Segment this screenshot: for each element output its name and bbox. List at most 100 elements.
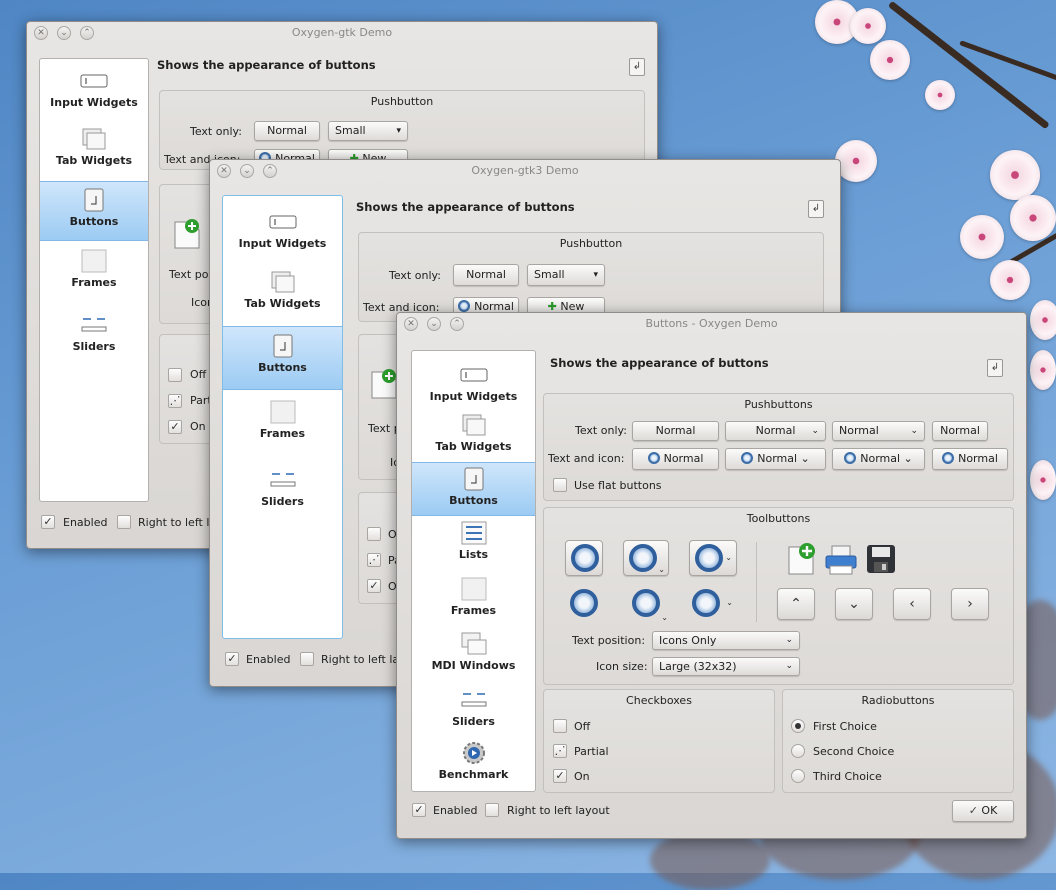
sidebar-item-buttons[interactable]: Buttons [223, 326, 342, 390]
sidebar-item-frames[interactable]: Frames [40, 249, 148, 297]
radio-first-choice[interactable] [791, 719, 805, 733]
checkbox-on[interactable]: ✓ [553, 769, 567, 783]
normal-combo[interactable]: Normal ⌄ [832, 421, 925, 441]
sidebar-item-lists[interactable]: Lists [412, 521, 535, 569]
window-oxygen-qt: ✕ ⌄ ⌃ Buttons - Oxygen Demo Input Widget… [396, 312, 1027, 839]
titlebar[interactable]: ✕ ⌄ ⌃ Oxygen-gtk3 Demo [210, 160, 840, 182]
normal-flat-button[interactable]: Normal [932, 421, 988, 441]
sidebar-item-tab-widgets[interactable]: Tab Widgets [223, 270, 342, 320]
titlebar[interactable]: ✕ ⌄ ⌃ Oxygen-gtk Demo [27, 22, 657, 44]
small-combo[interactable]: Small ▾ [328, 121, 408, 141]
normal-icon-flat-button[interactable]: Normal [932, 448, 1008, 470]
titlebar[interactable]: ✕ ⌄ ⌃ Buttons - Oxygen Demo [397, 313, 1026, 335]
page-heading: Shows the appearance of buttons [550, 356, 769, 370]
combo-value: Icons Only [659, 634, 717, 647]
checkbox-on[interactable]: ✓ [367, 579, 381, 593]
sidebar-item-tab-widgets[interactable]: Tab Widgets [412, 413, 535, 461]
bokeh-decoration [650, 830, 770, 890]
sidebar-item-sliders[interactable]: Sliders [223, 468, 342, 518]
sidebar-item-label: Sliders [72, 340, 116, 353]
enabled-label: Enabled [246, 653, 291, 666]
sidebar-item-label: Buttons [258, 361, 307, 374]
checkbox-off[interactable] [553, 719, 567, 733]
chevron-down-icon: ⌄ [785, 661, 793, 671]
checkbox-partial[interactable]: ⋰ [367, 553, 381, 567]
checkbox-on[interactable]: ✓ [168, 420, 182, 434]
combo-value: Large (32x32) [659, 660, 737, 673]
normal-button[interactable]: Normal [632, 421, 719, 441]
up-arrow-button[interactable]: ⌃ [777, 588, 815, 620]
sidebar-item-frames[interactable]: Frames [412, 577, 535, 625]
left-arrow-button[interactable]: ‹ [893, 588, 931, 620]
checkbox-label: Off [574, 720, 591, 733]
chevron-down-icon: ⌄ [800, 452, 810, 465]
blossom-decoration [1030, 460, 1056, 500]
sidebar-item-input-widgets[interactable]: Input Widgets [40, 69, 148, 115]
enabled-checkbox[interactable]: ✓ [41, 515, 55, 529]
sidebar-item-sliders[interactable]: Sliders [412, 688, 535, 736]
rtl-checkbox[interactable] [485, 803, 499, 817]
down-arrow-button[interactable]: ⌄ [835, 588, 873, 620]
sidebar-item-mdi-windows[interactable]: MDI Windows [412, 632, 535, 680]
rtl-checkbox[interactable] [300, 652, 314, 666]
normal-button[interactable]: Normal [453, 264, 519, 286]
chevron-down-icon: ▾ [396, 126, 401, 136]
sliders-icon [270, 473, 295, 487]
normal-icon-menu-button[interactable]: Normal ⌄ [725, 448, 826, 470]
window-title: Buttons - Oxygen Demo [645, 317, 778, 330]
new-document-icon[interactable] [786, 542, 818, 576]
flat-toolbutton-delayed-menu[interactable]: ⌄ [627, 586, 671, 622]
rtl-label: Right to left la [321, 653, 400, 666]
toolbutton-menu[interactable]: ⌄ [689, 540, 737, 576]
normal-icon-combo[interactable]: Normal ⌄ [832, 448, 925, 470]
frame-title: Checkboxes [626, 694, 692, 707]
frame-title: Radiobuttons [861, 694, 935, 707]
sidebar-item-label: Benchmark [438, 768, 509, 781]
normal-icon-button[interactable]: Normal [632, 448, 719, 470]
sidebar-item-buttons[interactable]: Buttons [40, 181, 148, 241]
enabled-checkbox[interactable]: ✓ [412, 803, 426, 817]
radio-second-choice[interactable] [791, 744, 805, 758]
sidebar-item-label: Frames [259, 427, 306, 440]
blossom-decoration [835, 140, 877, 182]
text-position-label: Text position: [572, 634, 646, 647]
branch-decoration [959, 40, 1056, 86]
sidebar-item-input-widgets[interactable]: Input Widgets [412, 363, 535, 407]
sidebar-item-tab-widgets[interactable]: Tab Widgets [40, 127, 148, 175]
flat-toolbutton-menu[interactable]: ⌄ [687, 586, 737, 622]
toolbutton-delayed-menu[interactable]: ⌄ [623, 540, 669, 576]
icon-size-combo[interactable]: Large (32x32) ⌄ [652, 657, 800, 676]
toolbutton[interactable] [565, 540, 603, 576]
right-arrow-button[interactable]: › [951, 588, 989, 620]
button-label: Normal [663, 452, 704, 465]
checkbox-off[interactable] [367, 527, 381, 541]
sidebar-item-frames[interactable]: Frames [223, 400, 342, 450]
small-combo[interactable]: Small ▾ [527, 264, 605, 286]
buttons-corner-icon: ↲ [808, 200, 824, 218]
checkbox-partial[interactable]: ⋰ [168, 394, 182, 408]
ok-button[interactable]: ✓ OK [952, 800, 1014, 822]
sidebar-item-buttons[interactable]: Buttons [412, 462, 535, 516]
sidebar-item-sliders[interactable]: Sliders [40, 313, 148, 361]
rtl-checkbox[interactable] [117, 515, 131, 529]
blossom-decoration [1030, 300, 1056, 340]
printer-icon[interactable] [824, 544, 858, 576]
save-icon[interactable] [866, 544, 896, 574]
use-flat-buttons-checkbox[interactable] [553, 478, 567, 492]
oxygen-icon [942, 452, 955, 464]
normal-button[interactable]: Normal [254, 121, 320, 141]
radio-label: First Choice [813, 720, 877, 733]
sidebar-item-input-widgets[interactable]: Input Widgets [223, 210, 342, 256]
sidebar-item-benchmark[interactable]: Benchmark [412, 741, 535, 791]
text-position-combo[interactable]: Icons Only ⌄ [652, 631, 800, 650]
button-label: Normal [860, 452, 901, 465]
enabled-checkbox[interactable]: ✓ [225, 652, 239, 666]
checkbox-partial[interactable]: ⋰ [553, 744, 567, 758]
tab-widgets-icon [82, 128, 106, 150]
radio-third-choice[interactable] [791, 769, 805, 783]
flat-toolbutton[interactable] [565, 586, 603, 622]
checkbox-off[interactable] [168, 368, 182, 382]
normal-menu-button[interactable]: Normal ⌄ [725, 421, 826, 441]
buttons-icon [84, 188, 104, 212]
sidebar-item-label: Sliders [261, 495, 304, 508]
